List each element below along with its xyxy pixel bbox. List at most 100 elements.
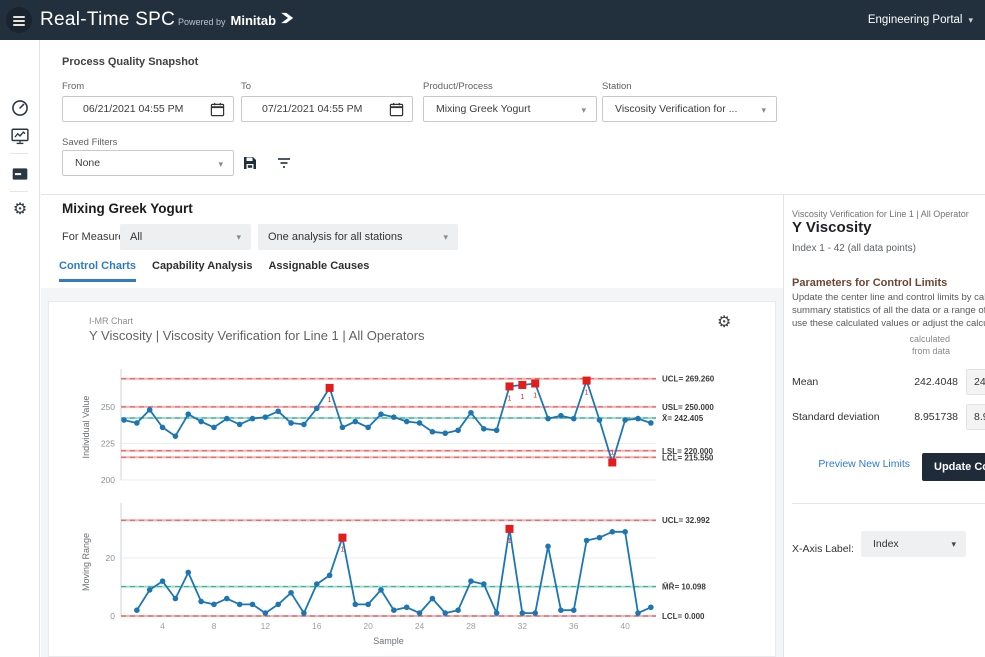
- calculated-column-header: calculated from data: [909, 333, 950, 357]
- chevron-down-icon: ▾: [443, 224, 448, 250]
- svg-text:200: 200: [101, 475, 115, 485]
- station-dropdown[interactable]: Viscosity Verification for ... ▾: [602, 96, 777, 122]
- svg-text:24: 24: [415, 621, 425, 631]
- moving-range-chart[interactable]: 020UCL= 32.992M̄R̄= 10.098LCL= 0.0001148…: [77, 494, 769, 656]
- chart-title: Y Viscosity | Viscosity Verification for…: [89, 328, 425, 343]
- svg-text:40: 40: [620, 621, 630, 631]
- svg-text:32: 32: [518, 621, 528, 631]
- svg-text:20: 20: [363, 621, 373, 631]
- chevron-down-icon: ▾: [236, 224, 241, 250]
- save-icon: [242, 158, 258, 175]
- menu-icon[interactable]: [6, 7, 32, 33]
- panel-divider: [792, 503, 985, 504]
- sidebar-item-archive[interactable]: [11, 165, 29, 183]
- to-date-field[interactable]: [241, 96, 413, 122]
- svg-text:16: 16: [312, 621, 322, 631]
- saved-filters-label: Saved Filters: [62, 137, 117, 148]
- svg-text:1: 1: [520, 394, 524, 401]
- sidebar-item-reports[interactable]: [11, 127, 29, 145]
- svg-text:UCL= 32.992: UCL= 32.992: [662, 516, 710, 525]
- product-label: Product/Process: [423, 81, 493, 92]
- individual-value-chart[interactable]: 200225250UCL= 269.260USL= 250.000X̄= 242…: [77, 362, 769, 492]
- svg-text:LCL= 0.000: LCL= 0.000: [662, 612, 705, 621]
- sidebar-divider: [10, 153, 28, 154]
- panel-title: Y Viscosity: [792, 219, 872, 236]
- calendar-icon[interactable]: [210, 102, 225, 126]
- mean-input[interactable]: 242.4048: [966, 369, 985, 395]
- gear-icon: ⚙: [13, 201, 27, 218]
- svg-text:12: 12: [261, 621, 271, 631]
- from-date-input[interactable]: [63, 97, 193, 121]
- sidebar: ⚙: [0, 40, 40, 657]
- portal-selector[interactable]: Engineering Portal ▾: [868, 0, 973, 40]
- sidebar-item-settings[interactable]: ⚙: [11, 201, 29, 219]
- saved-filters-dropdown[interactable]: None ▾: [62, 150, 234, 176]
- svg-text:225: 225: [101, 438, 115, 448]
- process-title: Mixing Greek Yogurt: [62, 201, 193, 216]
- station-value: Viscosity Verification for ...: [603, 97, 776, 121]
- svg-text:X̄= 242.405: X̄= 242.405: [662, 414, 704, 423]
- chevron-down-icon: ▾: [951, 531, 956, 557]
- svg-text:1: 1: [585, 390, 589, 397]
- saved-filters-value: None: [63, 151, 233, 175]
- analysis-mode-value: One analysis for all stations: [258, 224, 458, 250]
- sidebar-item-dashboard[interactable]: [11, 99, 29, 117]
- parameters-description: summary statistics of all the data or a …: [792, 305, 985, 316]
- preview-new-limits-link[interactable]: Preview New Limits: [818, 458, 910, 470]
- powered-by-text: Powered by: [178, 17, 226, 27]
- measure-dropdown[interactable]: All ▾: [120, 224, 251, 250]
- svg-text:28: 28: [466, 621, 476, 631]
- measure-label: For Measure:: [62, 224, 127, 250]
- chart-type-label: I-MR Chart: [89, 316, 133, 326]
- chart-settings-gear-icon[interactable]: ⚙: [717, 312, 731, 332]
- analysis-mode-dropdown[interactable]: One analysis for all stations ▾: [258, 224, 458, 250]
- details-panel: Viscosity Verification for Line 1 | All …: [783, 195, 985, 657]
- to-date-input[interactable]: [242, 97, 372, 121]
- archive-icon: [11, 170, 29, 187]
- parameters-description: Update the center line and control limit…: [792, 292, 985, 303]
- minitab-logo-icon: [281, 11, 295, 29]
- svg-text:USL= 250.000: USL= 250.000: [662, 403, 714, 412]
- chevron-down-icon: ▾: [968, 15, 973, 26]
- tab-assignable-causes[interactable]: Assignable Causes: [268, 260, 369, 282]
- svg-text:4: 4: [160, 621, 165, 631]
- product-value: Mixing Greek Yogurt: [424, 97, 596, 121]
- xaxis-dropdown[interactable]: Index ▾: [861, 531, 966, 557]
- svg-text:1: 1: [533, 393, 537, 400]
- filter-button[interactable]: [276, 155, 293, 172]
- panel-subtitle: Viscosity Verification for Line 1 | All …: [792, 209, 985, 219]
- app-window: Real-Time SPC Powered by Minitab Enginee…: [0, 0, 985, 657]
- sidebar-divider: [10, 191, 28, 192]
- svg-text:1: 1: [508, 538, 512, 545]
- brand-name: Minitab: [231, 13, 277, 28]
- stdev-label: Standard deviation: [792, 411, 880, 423]
- portal-label: Engineering Portal: [868, 14, 963, 26]
- section-heading: Process Quality Snapshot: [62, 56, 198, 68]
- product-dropdown[interactable]: Mixing Greek Yogurt ▾: [423, 96, 597, 122]
- calendar-icon[interactable]: [389, 102, 404, 126]
- svg-text:250: 250: [101, 402, 115, 412]
- parameters-description: use these calculated values or adjust th…: [792, 318, 985, 329]
- to-label: To: [241, 81, 251, 92]
- svg-text:Sample: Sample: [373, 636, 404, 646]
- tab-control-charts[interactable]: Control Charts: [59, 260, 136, 282]
- xaxis-value: Index: [861, 538, 899, 550]
- from-date-field[interactable]: [62, 96, 234, 122]
- stdev-calculated-value: 8.951738: [914, 411, 958, 423]
- tab-capability-analysis[interactable]: Capability Analysis: [152, 260, 252, 282]
- svg-text:1: 1: [508, 395, 512, 402]
- svg-text:1: 1: [610, 449, 614, 456]
- tab-bar: Control Charts Capability Analysis Assig…: [59, 260, 369, 282]
- app-title: Real-Time SPC: [40, 0, 175, 40]
- chevron-down-icon: ▾: [581, 97, 586, 123]
- stdev-input[interactable]: 8.951738: [966, 404, 985, 430]
- svg-text:1: 1: [340, 547, 344, 554]
- update-control-limits-button[interactable]: Update Control Limits: [922, 453, 985, 481]
- measure-value: All: [120, 224, 251, 250]
- powered-by: Powered by Minitab: [178, 0, 295, 40]
- save-filter-button[interactable]: [242, 155, 259, 172]
- chevron-down-icon: ▾: [218, 151, 223, 177]
- svg-text:0: 0: [110, 611, 115, 621]
- svg-text:20: 20: [106, 553, 116, 563]
- index-note: Index 1 - 42 (all data points): [792, 243, 916, 254]
